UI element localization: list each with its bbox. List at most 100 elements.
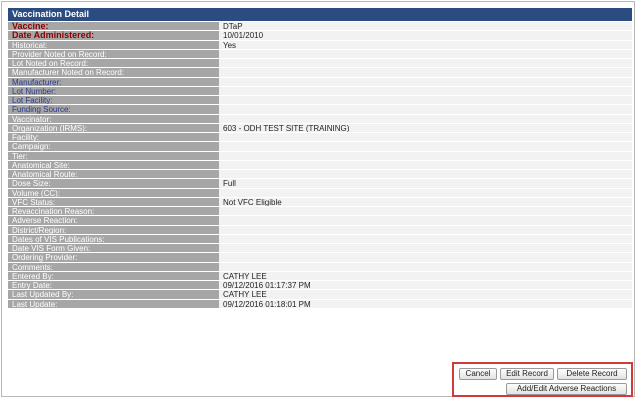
field-value: CATHY LEE — [219, 290, 632, 299]
field-value — [219, 253, 632, 262]
field-value — [219, 234, 632, 243]
field-label: Last Updated By: — [8, 290, 219, 299]
field-label: Last Update: — [8, 299, 219, 308]
field-label: Ordering Provider: — [8, 253, 219, 262]
field-value — [219, 86, 632, 95]
field-label: Lot Facility: — [8, 96, 219, 105]
detail-row: Tier: — [8, 151, 632, 161]
field-value: 10/01/2010 — [219, 31, 632, 40]
field-label: Entered By: — [8, 271, 219, 280]
field-label: Date VIS Form Given: — [8, 244, 219, 253]
field-label: Manufacturer: — [8, 77, 219, 86]
detail-row: Manufacturer Noted on Record: — [8, 68, 632, 78]
field-value — [219, 105, 632, 114]
field-value: Yes — [219, 40, 632, 49]
cancel-button[interactable]: Cancel — [459, 368, 497, 380]
detail-row: Anatomical Site: — [8, 160, 632, 170]
detail-row: Historical: Yes — [8, 40, 632, 50]
field-label: Vaccine: — [8, 22, 219, 31]
detail-row: Entry Date: 09/12/2016 01:17:37 PM — [8, 281, 632, 291]
panel-title: Vaccination Detail — [8, 8, 632, 21]
detail-row: Lot Noted on Record: — [8, 59, 632, 69]
field-label: Organization (IRMS): — [8, 123, 219, 132]
field-label: Anatomical Site: — [8, 160, 219, 169]
field-label: Date Administered: — [8, 31, 219, 40]
detail-row: District/Region: — [8, 225, 632, 235]
field-value — [219, 244, 632, 253]
detail-row: Last Update: 09/12/2016 01:18:01 PM — [8, 299, 632, 309]
field-value — [219, 188, 632, 197]
field-value — [219, 207, 632, 216]
detail-row: Dose Size: Full — [8, 179, 632, 189]
detail-row: Entered By: CATHY LEE — [8, 271, 632, 281]
edit-record-button[interactable]: Edit Record — [500, 368, 554, 380]
detail-row: Last Updated By: CATHY LEE — [8, 290, 632, 300]
detail-row: Date VIS Form Given: — [8, 244, 632, 254]
detail-row: Ordering Provider: — [8, 253, 632, 263]
detail-row: Volume (CC): — [8, 188, 632, 198]
field-label: Provider Noted on Record: — [8, 49, 219, 58]
detail-row: Manufacturer: — [8, 77, 632, 87]
field-label: Historical: — [8, 40, 219, 49]
field-label: Comments: — [8, 262, 219, 271]
detail-row: Adverse Reaction: — [8, 216, 632, 226]
field-value: 09/12/2016 01:18:01 PM — [219, 299, 632, 308]
field-value — [219, 262, 632, 271]
detail-row: Facility: — [8, 133, 632, 143]
field-label: District/Region: — [8, 225, 219, 234]
field-label: Lot Number: — [8, 86, 219, 95]
detail-row: Vaccinator: — [8, 114, 632, 124]
field-value — [219, 68, 632, 77]
field-label: Dose Size: — [8, 179, 219, 188]
field-label: Anatomical Route: — [8, 170, 219, 179]
detail-rows: Vaccine: DTaP Date Administered: 10/01/2010… — [8, 22, 632, 309]
field-value — [219, 77, 632, 86]
detail-row: Anatomical Route: — [8, 170, 632, 180]
field-label: Manufacturer Noted on Record: — [8, 68, 219, 77]
detail-row: Funding Source: — [8, 105, 632, 115]
detail-row: Vaccine: DTaP — [8, 22, 632, 32]
field-label: Tier: — [8, 151, 219, 160]
field-label: Facility: — [8, 133, 219, 142]
field-label: Adverse Reaction: — [8, 216, 219, 225]
field-value — [219, 114, 632, 123]
detail-row: Date Administered: 10/01/2010 — [8, 31, 632, 41]
detail-row: VFC Status: Not VFC Eligible — [8, 197, 632, 207]
field-label: VFC Status: — [8, 197, 219, 206]
field-label: Vaccinator: — [8, 114, 219, 123]
vaccination-detail-panel: Vaccination Detail Vaccine: DTaP Date Admi… — [1, 1, 635, 397]
field-label: Dates of VIS Publications: — [8, 234, 219, 243]
detail-row: Lot Number: — [8, 86, 632, 96]
field-value — [219, 142, 632, 151]
field-value — [219, 59, 632, 68]
field-value — [219, 133, 632, 142]
field-value — [219, 151, 632, 160]
detail-row: Revaccination Reason: — [8, 207, 632, 217]
delete-record-button[interactable]: Delete Record — [557, 368, 627, 380]
field-value — [219, 49, 632, 58]
field-label: Campaign: — [8, 142, 219, 151]
field-value — [219, 96, 632, 105]
field-value — [219, 160, 632, 169]
detail-row: Provider Noted on Record: — [8, 49, 632, 59]
field-label: Funding Source: — [8, 105, 219, 114]
action-button-group: Cancel Edit Record Delete Record Add/Edi… — [452, 362, 633, 397]
field-label: Entry Date: — [8, 281, 219, 290]
detail-row: Organization (IRMS): 603 - ODH TEST SITE … — [8, 123, 632, 133]
field-label: Lot Noted on Record: — [8, 59, 219, 68]
field-value — [219, 170, 632, 179]
field-value: DTaP — [219, 22, 632, 31]
detail-row: Lot Facility: — [8, 96, 632, 106]
add-edit-adverse-reactions-button[interactable]: Add/Edit Adverse Reactions — [506, 383, 627, 395]
field-value: CATHY LEE — [219, 271, 632, 280]
detail-row: Dates of VIS Publications: — [8, 234, 632, 244]
detail-row: Comments: — [8, 262, 632, 272]
field-value: 09/12/2016 01:17:37 PM — [219, 281, 632, 290]
field-value: Full — [219, 179, 632, 188]
field-value — [219, 225, 632, 234]
field-label: Volume (CC): — [8, 188, 219, 197]
field-value: Not VFC Eligible — [219, 197, 632, 206]
field-value — [219, 216, 632, 225]
field-value: 603 - ODH TEST SITE (TRAINING) — [219, 123, 632, 132]
detail-row: Campaign: — [8, 142, 632, 152]
